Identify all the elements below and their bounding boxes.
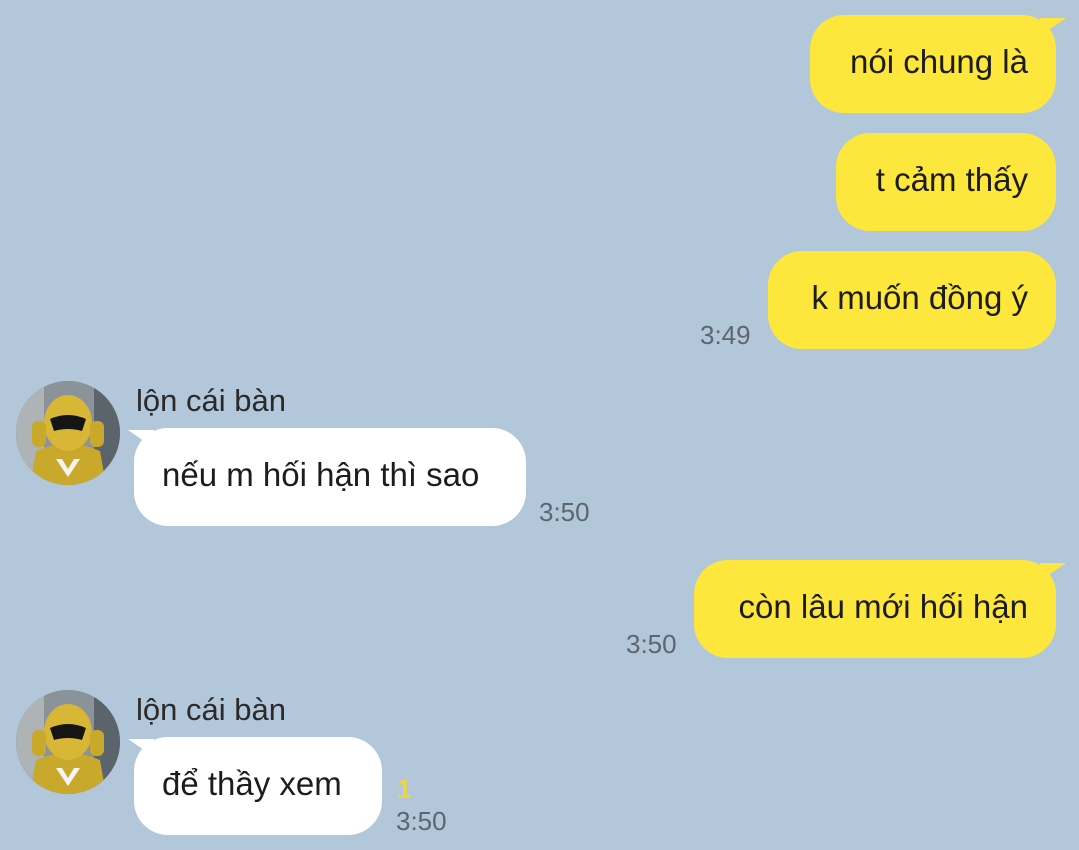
bubble-tail — [128, 739, 154, 757]
yellow-ranger-avatar-icon — [16, 381, 120, 485]
message-timestamp: 3:50 — [396, 806, 447, 836]
message-text: t cảm thấy — [875, 160, 1028, 198]
yellow-ranger-avatar-icon — [16, 690, 120, 794]
my-message-bubble[interactable]: nói chung là — [810, 15, 1056, 113]
contact-avatar[interactable] — [16, 381, 120, 485]
message-text: để thầy xem — [162, 764, 342, 802]
unread-count: 1 — [397, 774, 412, 804]
my-message-bubble[interactable]: còn lâu mới hối hận — [694, 560, 1056, 658]
contact-avatar[interactable] — [16, 690, 120, 794]
bubble-tail — [128, 430, 154, 448]
message-text: nếu m hối hận thì sao — [162, 455, 480, 493]
message-text: k muốn đồng ý — [811, 278, 1028, 316]
contact-message-bubble[interactable]: nếu m hối hận thì sao — [134, 428, 526, 526]
contact-message-bubble[interactable]: để thầy xem — [134, 737, 382, 835]
message-timestamp: 3:49 — [700, 320, 751, 350]
bubble-tail — [1040, 563, 1066, 581]
message-text: nói chung là — [850, 42, 1028, 80]
sender-name: lộn cái bàn — [136, 692, 286, 727]
message-text: còn lâu mới hối hận — [738, 587, 1028, 625]
my-message-bubble[interactable]: k muốn đồng ý — [768, 251, 1056, 349]
sender-name: lộn cái bàn — [136, 383, 286, 418]
message-timestamp: 3:50 — [626, 629, 677, 659]
bubble-tail — [1040, 18, 1066, 36]
chat-conversation[interactable]: nói chung là t cảm thấy k muốn đồng ý 3:… — [0, 0, 1079, 850]
message-timestamp: 3:50 — [539, 497, 590, 527]
my-message-bubble[interactable]: t cảm thấy — [836, 133, 1056, 231]
